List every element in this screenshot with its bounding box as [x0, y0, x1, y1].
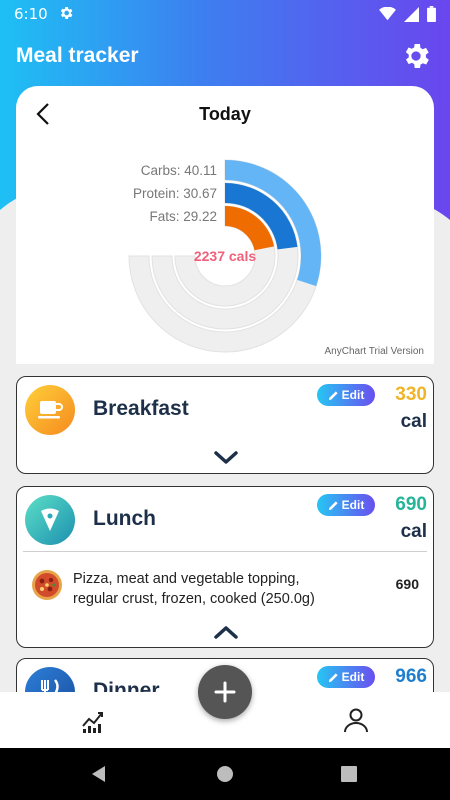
- system-navigation-bar: [0, 748, 450, 800]
- chart-label-fats: Fats: 29.22: [149, 209, 217, 224]
- coffee-cup-icon: [25, 385, 75, 435]
- pencil-icon: [328, 672, 338, 682]
- edit-label: Edit: [341, 670, 365, 684]
- meal-name: Lunch: [93, 507, 156, 530]
- meal-card-breakfast[interactable]: Breakfast Edit 330 cal: [16, 376, 434, 474]
- pencil-icon: [328, 390, 338, 400]
- meal-calories: 690: [395, 494, 427, 515]
- meal-card-lunch[interactable]: Lunch Edit 690 cal Pizza, meat and veget…: [16, 486, 434, 648]
- status-time: 6:10: [14, 5, 48, 23]
- chart-label-protein: Protein: 30.67: [133, 186, 217, 201]
- stats-chart-icon[interactable]: [80, 708, 106, 734]
- battery-icon: [427, 6, 436, 22]
- pencil-icon: [328, 500, 338, 510]
- edit-button[interactable]: Edit: [317, 384, 375, 406]
- status-icons: [379, 6, 436, 22]
- meal-calorie-unit: cal: [400, 521, 427, 542]
- recents-square-icon[interactable]: [341, 766, 357, 782]
- chart-center-label: 2237 cals: [194, 248, 256, 264]
- edit-button[interactable]: Edit: [317, 494, 375, 516]
- signal-icon: [404, 6, 419, 22]
- meal-calorie-unit: cal: [400, 411, 427, 432]
- meal-calories: 966: [395, 666, 427, 687]
- meal-calories: 330: [395, 384, 427, 405]
- edit-label: Edit: [341, 388, 365, 402]
- app-title: Meal tracker: [16, 44, 139, 67]
- home-circle-icon[interactable]: [216, 765, 234, 783]
- chevron-down-icon[interactable]: [214, 451, 238, 465]
- meal-name: Breakfast: [93, 397, 189, 420]
- back-triangle-icon[interactable]: [90, 765, 108, 783]
- edit-label: Edit: [341, 498, 365, 512]
- food-item-calories: 690: [395, 576, 419, 592]
- divider: [23, 551, 427, 552]
- add-meal-button[interactable]: [198, 665, 252, 719]
- macro-radial-chart: Carbs: 40.11 Protein: 30.67 Fats: 29.22 223…: [128, 159, 322, 353]
- wifi-icon: [379, 7, 396, 21]
- food-item-name: Pizza, meat and vegetable topping, regul…: [73, 571, 315, 607]
- pizza-food-icon: [32, 570, 62, 600]
- settings-gear-icon[interactable]: [400, 40, 432, 72]
- chevron-up-icon[interactable]: [214, 625, 238, 639]
- gear-icon: [60, 7, 73, 19]
- profile-icon[interactable]: [343, 707, 369, 733]
- chart-watermark: AnyChart Trial Version: [324, 346, 425, 357]
- edit-button[interactable]: Edit: [317, 666, 375, 688]
- status-bar: 6:10: [0, 0, 450, 28]
- pizza-slice-icon: [25, 495, 75, 545]
- daily-summary-card: Today Carbs: 40.11 Protein: 30.67 Fats: 29…: [16, 86, 434, 364]
- plus-icon: [214, 681, 236, 703]
- food-item-row[interactable]: Pizza, meat and vegetable topping, regul…: [17, 559, 433, 609]
- chart-label-carbs: Carbs: 40.11: [141, 163, 217, 178]
